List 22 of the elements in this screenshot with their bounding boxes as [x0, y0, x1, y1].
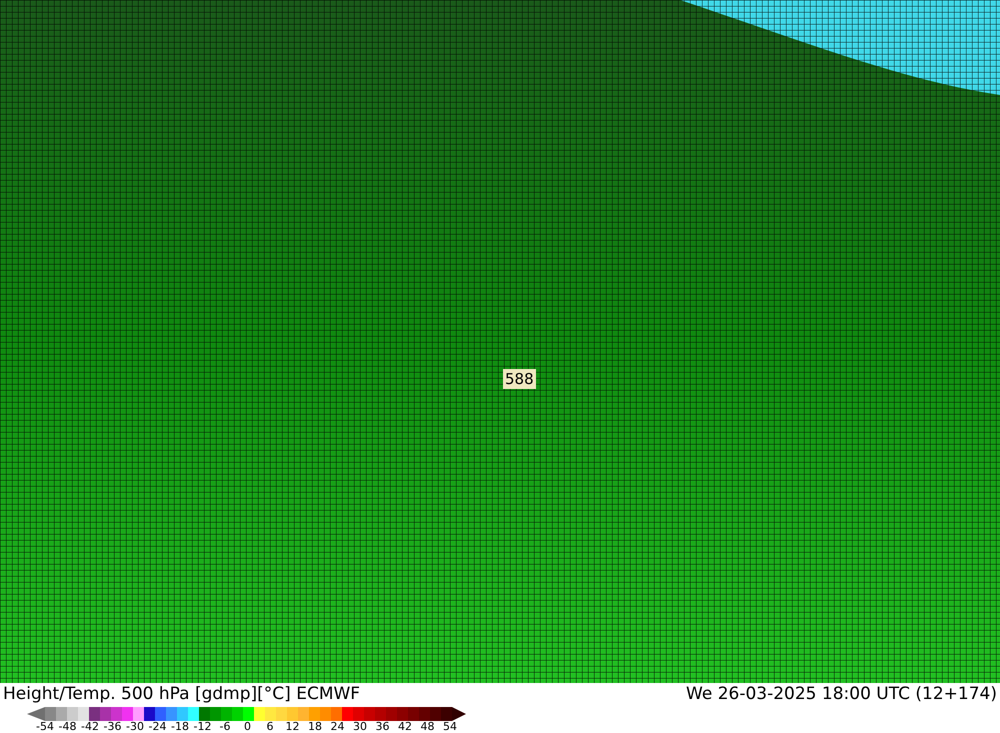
scale-label: 0 — [244, 720, 251, 733]
scale-label: 24 — [330, 720, 344, 733]
scale-label: 30 — [353, 720, 367, 733]
contour-label: 588 — [503, 369, 536, 389]
scale-label: -30 — [126, 720, 144, 733]
scale-label: -42 — [81, 720, 99, 733]
scale-label: 48 — [420, 720, 434, 733]
scale-label: -48 — [58, 720, 76, 733]
scale-label: 6 — [266, 720, 274, 733]
forecast-time: We 26-03-2025 18:00 UTC (12+174) — [686, 683, 997, 706]
scale-label: -24 — [148, 720, 166, 733]
scale-label: -36 — [104, 720, 122, 733]
scale-label: 12 — [286, 720, 300, 733]
chart-title: Height/Temp. 500 hPa [gdmp][°C] ECMWF — [3, 683, 360, 706]
scale-label: -18 — [171, 720, 189, 733]
scale-label: -6 — [220, 720, 230, 733]
scale-label: 36 — [376, 720, 390, 733]
scale-label: 42 — [398, 720, 412, 733]
scale-label: 18 — [308, 720, 322, 733]
scale-label: -12 — [194, 720, 212, 733]
scale-label: 54 — [443, 720, 457, 733]
scale-label: -54 — [36, 720, 54, 733]
